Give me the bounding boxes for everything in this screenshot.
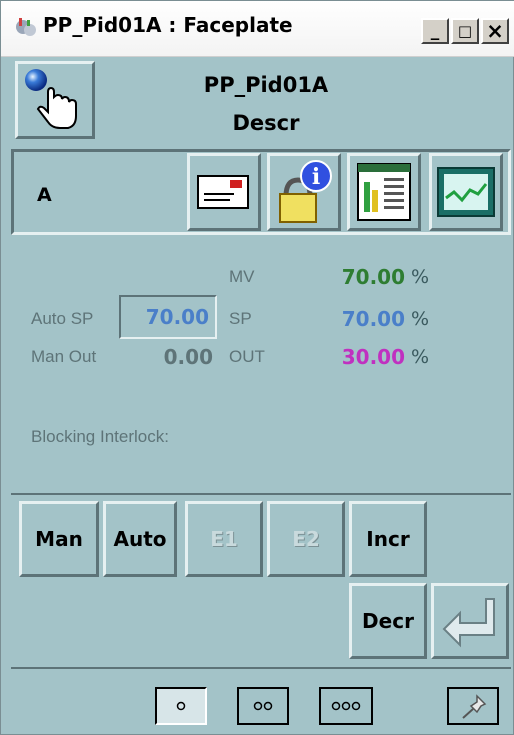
auto-sp-value: 70.00: [145, 305, 209, 329]
pointing-hand-icon: [25, 69, 77, 129]
app-icon: [16, 18, 36, 36]
e2-button[interactable]: E2: [267, 501, 345, 577]
triple-dot-icon: [331, 701, 361, 711]
view-one-button[interactable]: [155, 687, 207, 725]
e1-button[interactable]: E1: [185, 501, 263, 577]
out-value: 30.00: [341, 345, 405, 369]
single-dot-icon: [176, 701, 186, 711]
trend-button[interactable]: [429, 153, 503, 231]
man-button[interactable]: Man: [19, 501, 99, 577]
sp-value: 70.00: [341, 307, 405, 331]
enter-arrow-icon: [442, 598, 495, 648]
mv-unit: %: [411, 266, 430, 288]
alarm-message-button[interactable]: [187, 153, 261, 231]
sp-label: SP: [229, 309, 252, 328]
envelope-icon: [197, 175, 249, 209]
auto-sp-label: Auto SP: [31, 309, 94, 328]
title-bar[interactable]: PP_Pid01A : Faceplate _ □ ×: [1, 1, 514, 57]
minimize-button[interactable]: _: [421, 18, 449, 44]
close-button[interactable]: ×: [481, 18, 509, 44]
decr-button[interactable]: Decr: [349, 583, 427, 659]
sp-unit: %: [411, 308, 430, 330]
svg-text:i: i: [312, 164, 320, 190]
mv-label: MV: [229, 267, 255, 286]
select-object-button[interactable]: [15, 61, 95, 139]
enter-button[interactable]: [431, 583, 509, 659]
auto-sp-input[interactable]: 70.00: [119, 295, 217, 339]
window-title: PP_Pid01A : Faceplate: [43, 13, 293, 37]
double-dot-icon: [253, 701, 273, 711]
out-unit: %: [411, 346, 430, 368]
view-three-button[interactable]: [319, 687, 373, 725]
info-button[interactable]: i: [267, 153, 341, 231]
object-description: Descr: [232, 111, 300, 135]
incr-button[interactable]: Incr: [349, 501, 427, 577]
man-out-value: 0.00: [163, 345, 213, 369]
mv-value: 70.00: [341, 265, 405, 289]
object-tag: PP_Pid01A: [203, 73, 329, 97]
mode-indicator: A: [37, 184, 52, 206]
trend-icon: [437, 167, 495, 217]
parameter-list-icon: [357, 163, 411, 221]
maximize-button[interactable]: □: [451, 18, 479, 44]
faceplate-window: PP_Pid01A : Faceplate _ □ × PP_Pid01A De…: [0, 0, 514, 735]
info-lock-icon: i: [279, 160, 332, 223]
out-label: OUT: [229, 347, 265, 366]
pin-button[interactable]: [447, 687, 499, 725]
auto-button[interactable]: Auto: [103, 501, 177, 577]
parameter-list-button[interactable]: [347, 153, 421, 231]
man-out-label: Man Out: [31, 347, 97, 366]
blocking-interlock-label: Blocking Interlock:: [31, 427, 169, 446]
view-two-button[interactable]: [237, 687, 289, 725]
pushpin-icon: [462, 694, 487, 719]
